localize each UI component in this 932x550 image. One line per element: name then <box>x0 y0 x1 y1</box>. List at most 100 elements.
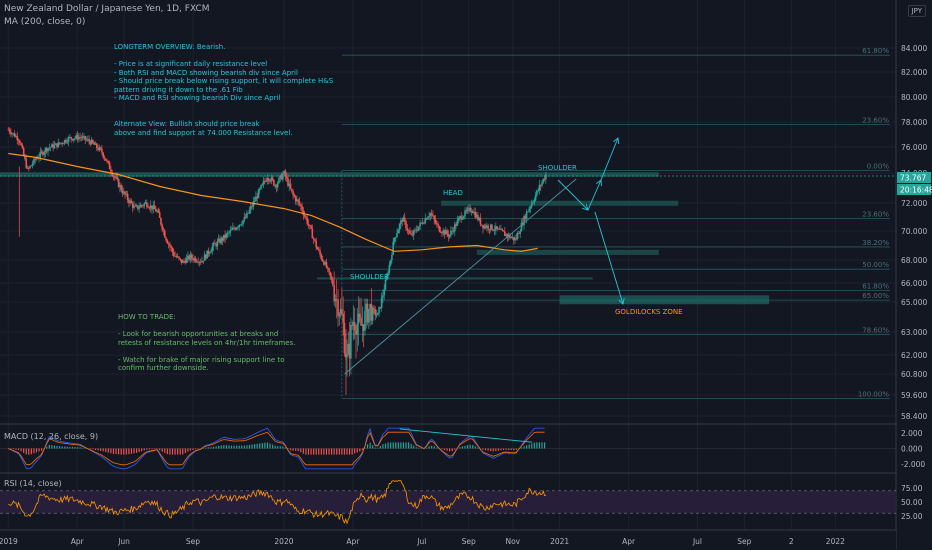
shoulder-right-label: SHOULDER <box>538 164 577 172</box>
candle-body <box>409 230 411 234</box>
macd-tick-label: -2.000 <box>901 460 925 469</box>
candle-body <box>389 260 392 265</box>
candle-body <box>70 136 72 139</box>
candle-body <box>533 200 536 203</box>
shoulder-left-label: SHOULDER <box>350 273 389 281</box>
price-tick-label: 63.000 <box>901 328 927 337</box>
currency-badge[interactable]: JPY <box>907 5 926 17</box>
candle-body <box>53 144 56 149</box>
candle-body <box>126 193 129 200</box>
candle-body <box>298 201 301 205</box>
candle-body <box>116 177 119 180</box>
price-tick-label: 65.000 <box>901 298 927 307</box>
price-tick-label: 66.000 <box>901 279 927 288</box>
candle-body <box>479 217 482 225</box>
candle-body <box>84 136 87 140</box>
candle-body <box>320 254 323 260</box>
candle-body <box>375 314 378 316</box>
candle-body <box>284 170 287 177</box>
candle-body <box>62 143 65 145</box>
candle-body <box>359 313 361 318</box>
candle-body <box>165 237 167 241</box>
candle-body <box>158 212 161 218</box>
candle-body <box>271 177 274 180</box>
rsi-legend: RSI (14, close) <box>4 479 62 488</box>
candle-body <box>462 216 465 219</box>
symbol-title[interactable]: New Zealand Dollar / Japanese Yen, 1D, F… <box>4 4 210 14</box>
candle-body <box>412 230 415 236</box>
candle-body <box>436 223 438 225</box>
time-tick-label: 2020 <box>274 537 293 546</box>
candle-body <box>338 314 341 317</box>
price-tick-label: 58.400 <box>901 412 927 421</box>
time-tick-label: Jun <box>117 537 130 546</box>
candle-body <box>305 216 307 218</box>
candle-body <box>74 137 76 139</box>
candle-body <box>107 160 110 163</box>
price-tick-label: 80.000 <box>901 93 927 102</box>
rsi-band <box>0 490 896 514</box>
candle-body <box>371 307 374 321</box>
time-tick-label: Apr <box>71 537 85 546</box>
candle-body <box>321 259 324 262</box>
candle-body <box>536 190 538 196</box>
candle-body <box>110 169 112 173</box>
candle-body <box>376 312 379 315</box>
candle-body <box>178 256 180 259</box>
candle-body <box>96 143 98 148</box>
candle-body <box>356 323 359 335</box>
candle-body <box>300 204 302 207</box>
candle-body <box>383 289 386 296</box>
candle-body <box>374 309 377 315</box>
candle-body <box>30 165 33 167</box>
candle-body <box>393 237 396 242</box>
candle-body <box>22 148 25 156</box>
candle-body <box>170 246 173 248</box>
candle-body <box>297 199 300 202</box>
time-tick-label: Jul <box>416 537 426 546</box>
candle-body <box>291 188 293 192</box>
candle-body <box>350 324 352 359</box>
fib-label: 65.00% <box>862 292 889 300</box>
time-tick-label: 2022 <box>826 537 845 546</box>
candle-body <box>146 202 148 207</box>
fib-label: 61.80% <box>862 47 889 55</box>
candle-body <box>398 224 401 230</box>
candle-body <box>17 140 20 141</box>
candle-body <box>143 203 146 206</box>
candle-body <box>439 231 442 233</box>
candle-body <box>423 223 425 224</box>
candle-body <box>202 260 205 262</box>
candle-body <box>525 211 528 219</box>
candle-body <box>406 228 409 231</box>
candle-body <box>179 258 182 260</box>
fib-label: 23.60% <box>862 210 889 218</box>
candle-body <box>325 261 328 268</box>
candle-body <box>285 176 288 179</box>
candle-body <box>333 285 335 302</box>
rsi-tick-label: 75.00 <box>901 484 923 493</box>
candle-body <box>248 209 251 214</box>
candle-body <box>373 307 375 310</box>
candle-body <box>364 311 366 331</box>
overview-lines: - Price is at significant daily resistan… <box>114 60 334 102</box>
candle-body <box>501 229 504 231</box>
candle-body <box>337 299 339 317</box>
candle-body <box>493 230 496 231</box>
candle-body <box>171 247 174 252</box>
candle-body <box>457 218 460 221</box>
candle-body <box>161 224 164 230</box>
macd-tick-label: 0.000 <box>901 445 923 454</box>
candle-body <box>16 136 19 141</box>
candle-body <box>502 230 505 232</box>
candle-body <box>541 182 543 186</box>
candle-body <box>382 295 384 298</box>
candle-body <box>330 276 333 280</box>
candle-body <box>92 139 94 143</box>
ma-legend[interactable]: MA (200, close, 0) <box>4 17 85 27</box>
candle-body <box>301 206 303 211</box>
candle-body <box>88 139 90 142</box>
candle-body <box>229 230 232 233</box>
time-tick-label: Sep <box>737 537 751 546</box>
candle-body <box>216 241 219 247</box>
